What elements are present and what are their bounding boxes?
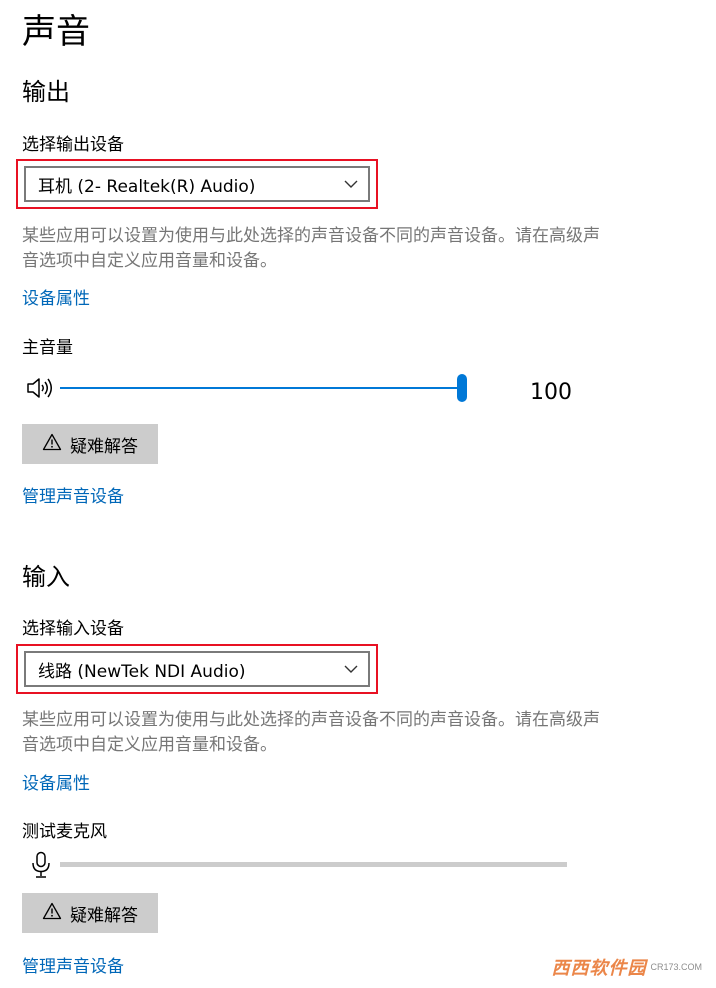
- output-device-dropdown[interactable]: 耳机 (2- Realtek(R) Audio): [24, 166, 370, 202]
- output-heading: 输出: [22, 78, 70, 106]
- volume-slider-thumb[interactable]: [457, 374, 467, 402]
- output-description: 某些应用可以设置为使用与此处选择的声音设备不同的声音设备。请在高级声音选项中自定…: [22, 226, 600, 271]
- watermark-text: 西西软件园: [551, 958, 647, 979]
- volume-slider-track: [60, 387, 462, 389]
- warning-icon: [42, 433, 62, 456]
- master-volume-label: 主音量: [22, 338, 73, 358]
- input-select-label: 选择输入设备: [22, 619, 124, 639]
- volume-slider[interactable]: [60, 374, 472, 402]
- input-device-value: 线路 (NewTek NDI Audio): [38, 661, 246, 682]
- chevron-down-icon: [344, 665, 358, 673]
- test-mic-label: 测试麦克风: [22, 822, 107, 842]
- watermark-logo: 西西软件园 CR173.COM: [551, 954, 702, 980]
- chevron-down-icon: [344, 180, 358, 188]
- microphone-icon: [30, 851, 52, 883]
- input-device-properties-link[interactable]: 设备属性: [22, 772, 90, 796]
- input-manage-devices-link[interactable]: 管理声音设备: [22, 955, 124, 979]
- mic-level-meter: [60, 862, 567, 867]
- input-troubleshoot-label: 疑难解答: [70, 905, 138, 926]
- input-heading: 输入: [22, 563, 70, 591]
- input-description: 某些应用可以设置为使用与此处选择的声音设备不同的声音设备。请在高级声音选项中自定…: [22, 710, 600, 755]
- output-device-value: 耳机 (2- Realtek(R) Audio): [38, 176, 256, 197]
- output-troubleshoot-label: 疑难解答: [70, 436, 138, 457]
- output-manage-devices-link[interactable]: 管理声音设备: [22, 485, 124, 509]
- speaker-icon[interactable]: [26, 375, 54, 405]
- page-title: 声音: [22, 12, 90, 52]
- output-device-properties-link[interactable]: 设备属性: [22, 287, 90, 311]
- output-select-label: 选择输出设备: [22, 135, 124, 155]
- warning-icon: [42, 902, 62, 925]
- volume-value: 100: [530, 380, 572, 405]
- output-troubleshoot-button[interactable]: 疑难解答: [22, 424, 158, 464]
- input-troubleshoot-button[interactable]: 疑难解答: [22, 893, 158, 933]
- watermark-subtext: CR173.COM: [650, 962, 702, 972]
- input-device-dropdown[interactable]: 线路 (NewTek NDI Audio): [24, 651, 370, 687]
